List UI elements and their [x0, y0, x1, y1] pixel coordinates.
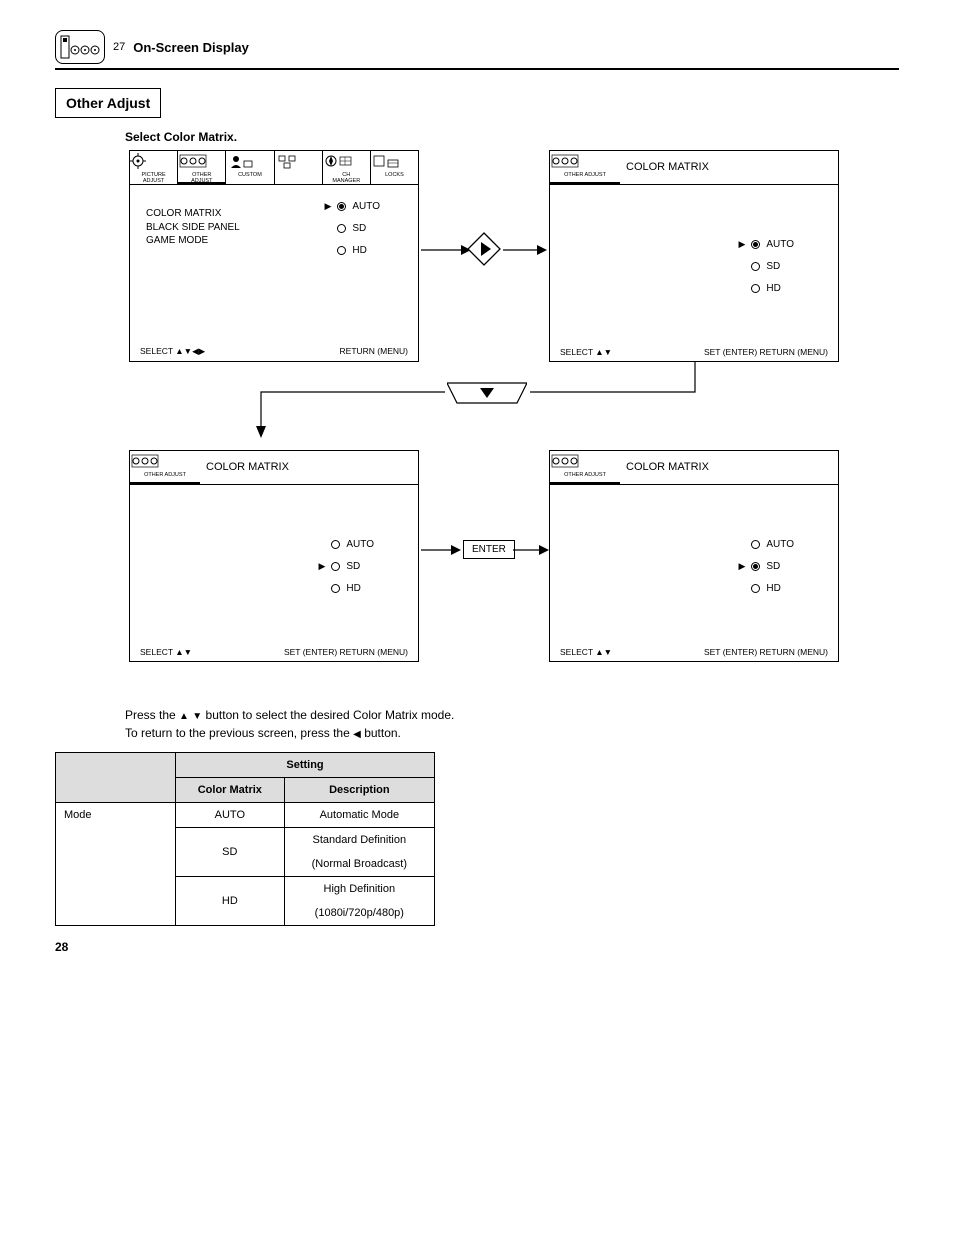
- enter-button-label: ENTER: [463, 540, 515, 559]
- instruction-text: Press the ▲ ▼ button to select the desir…: [125, 706, 899, 742]
- table-cell: Automatic Mode: [284, 803, 434, 828]
- flow-arrow-right-icon: [421, 244, 471, 256]
- screen-title: COLOR MATRIX: [626, 161, 709, 173]
- section-number: 27: [113, 41, 125, 53]
- section-title: On-Screen Display: [133, 40, 249, 55]
- table-cell: SD: [176, 828, 285, 877]
- subsection-box: Other Adjust: [55, 88, 161, 118]
- tab-setup: [275, 151, 323, 184]
- flow-arrow-right-icon: [513, 544, 549, 556]
- table-cell: HD: [176, 877, 285, 926]
- screen-title: COLOR MATRIX: [206, 461, 289, 473]
- osd-screen-4: OTHER ADJUST COLOR MATRIX ▶AUTO ▶SD ▶HD …: [549, 450, 839, 662]
- header-bar: 27 On-Screen Display: [55, 30, 899, 70]
- osd-screen-3: OTHER ADJUST COLOR MATRIX ▶AUTO ▶SD ▶HD …: [129, 450, 419, 662]
- table-cell: Standard Definition: [284, 828, 434, 853]
- step-title: Select Color Matrix.: [125, 130, 899, 144]
- color-matrix-table: Setting Color Matrix Description Mode AU…: [55, 752, 435, 926]
- down-triangle-icon: ▼: [192, 711, 202, 722]
- table-row-header: Mode: [56, 803, 176, 926]
- flow-arrow-right-icon: [503, 244, 547, 256]
- flow-arrow-right-icon: [421, 544, 461, 556]
- tab-other-adjust: OTHERADJUST: [178, 151, 226, 184]
- nav-right-diamond: [467, 232, 501, 266]
- up-triangle-icon: ▲: [179, 711, 189, 722]
- table-col-header: Color Matrix: [176, 778, 285, 803]
- left-triangle-icon: ◀: [353, 729, 361, 740]
- section-icon: [55, 30, 105, 64]
- table-cell: (1080i/720p/480p): [284, 901, 434, 926]
- osd-screen-1: PICTUREADJUST OTHERADJUST CUSTOM CHMANAG…: [129, 150, 419, 362]
- page-number: 28: [55, 940, 68, 954]
- tab-other-adjust: OTHER ADJUST: [550, 451, 620, 484]
- tab-ch-manager: CHMANAGER: [323, 151, 371, 184]
- tab-custom: CUSTOM: [226, 151, 274, 184]
- screen-title: COLOR MATRIX: [626, 461, 709, 473]
- tab-other-adjust: OTHER ADJUST: [130, 451, 200, 484]
- flow-connector: [225, 362, 705, 442]
- tab-other-adjust: OTHER ADJUST: [550, 151, 620, 184]
- table-cell: (Normal Broadcast): [284, 852, 434, 877]
- table-cell: AUTO: [176, 803, 285, 828]
- tab-locks: LOCKS: [371, 151, 418, 184]
- table-cell: High Definition: [284, 877, 434, 902]
- table-col-header: Description: [284, 778, 434, 803]
- flow-diagram: PICTUREADJUST OTHERADJUST CUSTOM CHMANAG…: [115, 150, 899, 690]
- osd-screen-2: OTHER ADJUST COLOR MATRIX ▶AUTO ▶SD ▶HD …: [549, 150, 839, 362]
- tab-picture-adjust: PICTUREADJUST: [130, 151, 178, 184]
